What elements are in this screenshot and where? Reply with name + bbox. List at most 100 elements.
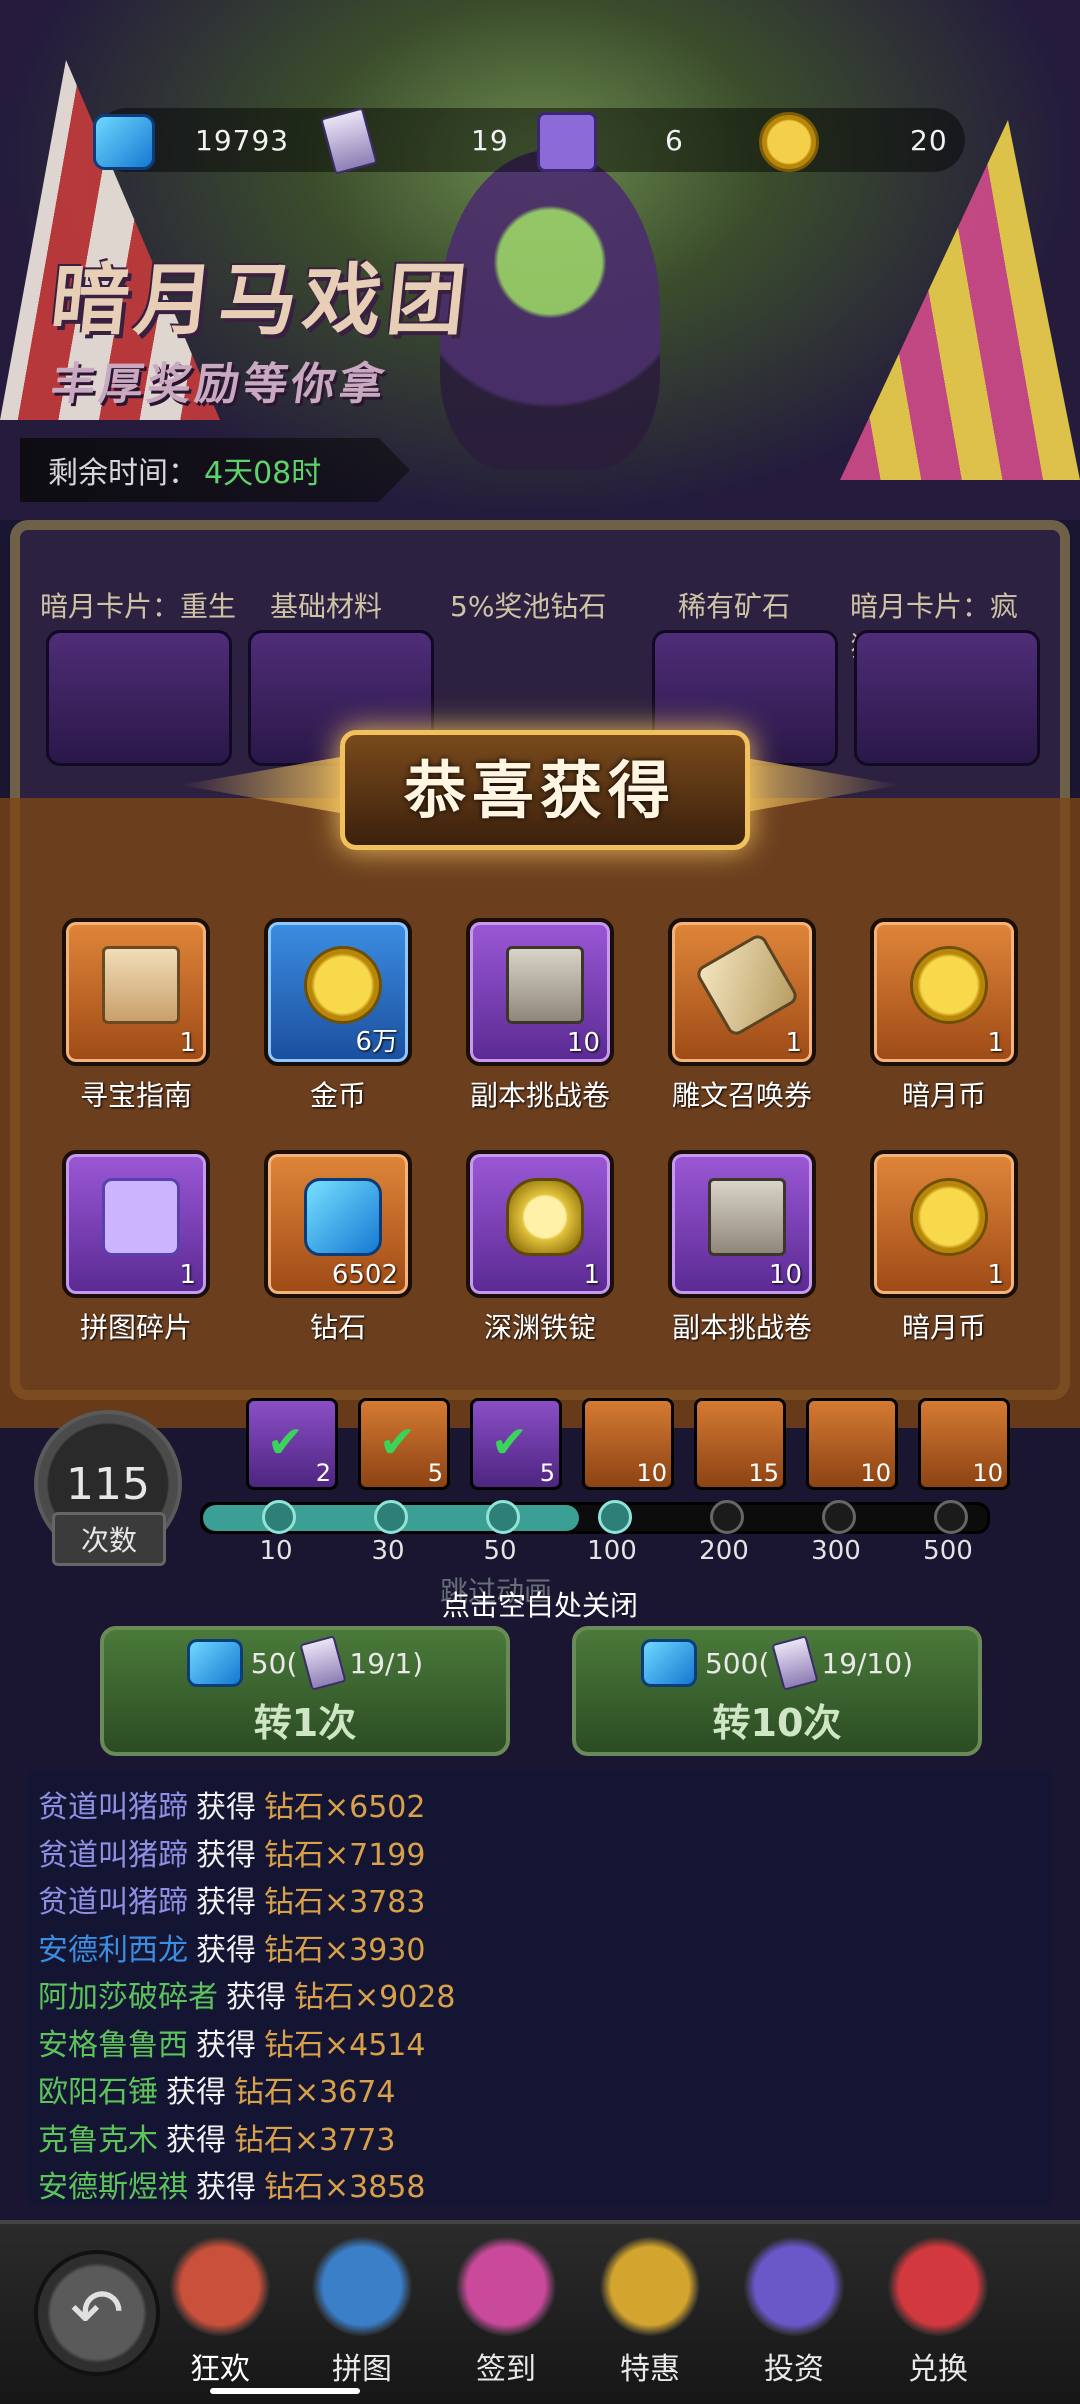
milestone-reward[interactable]: ✔ 5 (358, 1398, 450, 1490)
prize-tile (854, 630, 1040, 766)
reward-item[interactable]: 1 (62, 918, 210, 1066)
log-action: 获得 (196, 2027, 256, 2063)
reward-item[interactable]: 1 (870, 918, 1018, 1066)
event-subtitle: 丰厚奖励等你拿 (47, 359, 391, 410)
progress-node (822, 1500, 856, 1534)
milestone-reward[interactable]: 10 (806, 1398, 898, 1490)
log-row: 安德利西龙 获得 钻石×3930 (38, 1925, 425, 1969)
reward-qty: 1 (583, 1260, 600, 1290)
reward-name: 副本挑战卷 (671, 1311, 812, 1344)
scroll-icon (506, 946, 584, 1024)
milestone-reward[interactable]: ✔ 2 (246, 1398, 338, 1490)
paren-close: ) (902, 1646, 914, 1680)
log-row: 贫道叫猪蹄 获得 钻石×7199 (38, 1830, 425, 1874)
reward-name: 副本挑战卷 (469, 1079, 610, 1112)
puzzle-icon (537, 112, 597, 172)
dark-moon-coin-icon (910, 1178, 988, 1256)
dark-moon-coin-icon (910, 946, 988, 1024)
milestone-reward[interactable]: 10 (582, 1398, 674, 1490)
reward-item[interactable]: 1 (668, 918, 816, 1066)
reward-name: 金币 (309, 1079, 366, 1112)
reward-item[interactable]: 6万 (264, 918, 412, 1066)
log-row: 克鲁克木 获得 钻石×3773 (38, 2115, 395, 2159)
spin-cost: 50 ( 19/1 ) (104, 1635, 506, 1691)
milestone-qty: 10 (972, 1459, 1003, 1487)
puzzle-count: 6 (665, 123, 684, 157)
ticket-count: 19 (471, 123, 509, 157)
ticket-cost: 19/10 (821, 1646, 903, 1680)
nav-item[interactable]: 投资 (729, 2236, 859, 2387)
reward-item[interactable]: 1 (466, 1150, 614, 1298)
progress-tick: 300 (811, 1536, 861, 1566)
milestone-reward[interactable]: ✔ 5 (470, 1398, 562, 1490)
progress-tick: 500 (923, 1536, 973, 1566)
log-action: 获得 (196, 1885, 256, 1920)
nav-item[interactable]: 签到 (441, 2236, 571, 2387)
circus-tent-right (840, 120, 1080, 480)
balloons-icon (600, 2236, 700, 2336)
log-reward: 钻石×3783 (264, 1885, 426, 1920)
reward-qty: 6502 (331, 1260, 398, 1290)
log-action: 获得 (196, 2170, 256, 2205)
spin-label: 转1次 (253, 1701, 357, 1745)
log-player: 贫道叫猪蹄 (38, 1790, 188, 1825)
reward-name: 寻宝指南 (79, 1079, 192, 1112)
log-player: 安德利西龙 (38, 1932, 188, 1968)
active-tab-indicator (210, 2388, 360, 2394)
ticket-icon (299, 1635, 347, 1691)
reward-item[interactable]: 1 (62, 1150, 210, 1298)
spin-ten-button[interactable]: 500 ( 19/10 ) 转10次 (572, 1626, 982, 1756)
log-player: 欧阳石锤 (38, 2075, 158, 2110)
back-arrow-icon[interactable]: ↶ (34, 2250, 160, 2376)
progress-tick: 10 (259, 1536, 293, 1566)
milestone-qty: 10 (636, 1459, 667, 1487)
reward-qty: 1 (179, 1260, 196, 1290)
milestone-qty: 5 (539, 1459, 555, 1487)
prize-label: 5%奖池钻石 (450, 590, 607, 623)
log-row: 欧阳石锤 获得 钻石×3674 (38, 2067, 395, 2111)
prize-label: 稀有矿石 (678, 590, 791, 623)
spin-once-button[interactable]: 50 ( 19/1 ) 转1次 (100, 1626, 510, 1756)
milestone-reward[interactable]: 15 (694, 1398, 786, 1490)
log-reward: 钻石×3930 (264, 1932, 426, 1968)
nav-item[interactable]: 兑换 (873, 2236, 1003, 2387)
progress-node (934, 1500, 968, 1534)
progress-tick: 200 (699, 1536, 749, 1566)
abyss-ingot-icon (506, 1178, 584, 1256)
nav-item[interactable]: 狂欢 (155, 2236, 285, 2387)
check-icon: ✔ (491, 1417, 528, 1468)
scroll-icon (708, 1178, 786, 1256)
reward-name: 暗月币 (901, 1079, 986, 1112)
paren-close: ) (412, 1646, 424, 1680)
close-hint[interactable]: 点击空白处关闭 (0, 1584, 1080, 1624)
coin-count: 20 (910, 123, 948, 157)
nav-item[interactable]: 拼图 (297, 2236, 427, 2387)
log-row: 贫道叫猪蹄 获得 钻石×6502 (38, 1782, 425, 1826)
log-reward: 钻石×7199 (264, 1837, 426, 1873)
prize-label: 基础材料 (270, 590, 383, 623)
log-row: 安德斯煜祺 获得 钻石×3858 (38, 2162, 425, 2206)
event-title: 暗月马戏团 (46, 256, 477, 346)
log-reward: 钻石×3858 (264, 2170, 426, 2205)
reward-item[interactable]: 10 (668, 1150, 816, 1298)
reward-item[interactable]: 6502 (264, 1150, 412, 1298)
diamond-icon (186, 1639, 243, 1687)
time-label: 剩余时间： (48, 456, 198, 491)
diamond-icon (304, 1178, 382, 1256)
log-reward: 钻石×6502 (264, 1790, 426, 1825)
log-action: 获得 (196, 1837, 256, 1873)
gem-cost: 50 (250, 1646, 287, 1680)
milestone-reward[interactable]: 10 (918, 1398, 1010, 1490)
progress-track (200, 1502, 990, 1534)
spin-count-label: 次数 (52, 1512, 166, 1566)
reward-item[interactable]: 10 (466, 918, 614, 1066)
ticket-icon (771, 1635, 819, 1691)
popup-title: 恭喜获得 (403, 754, 676, 827)
reward-log[interactable]: 贫道叫猪蹄 获得 钻石×6502 贫道叫猪蹄 获得 钻石×7199 贫道叫猪蹄 获得 钻石×37… (28, 1770, 1052, 2206)
nav-item[interactable]: 特惠 (585, 2236, 715, 2387)
check-icon: ✔ (267, 1417, 304, 1468)
log-action: 获得 (196, 1932, 256, 1968)
reward-item[interactable]: 1 (870, 1150, 1018, 1298)
log-player: 安德斯煜祺 (38, 2170, 188, 2205)
prize-tile (46, 630, 232, 766)
